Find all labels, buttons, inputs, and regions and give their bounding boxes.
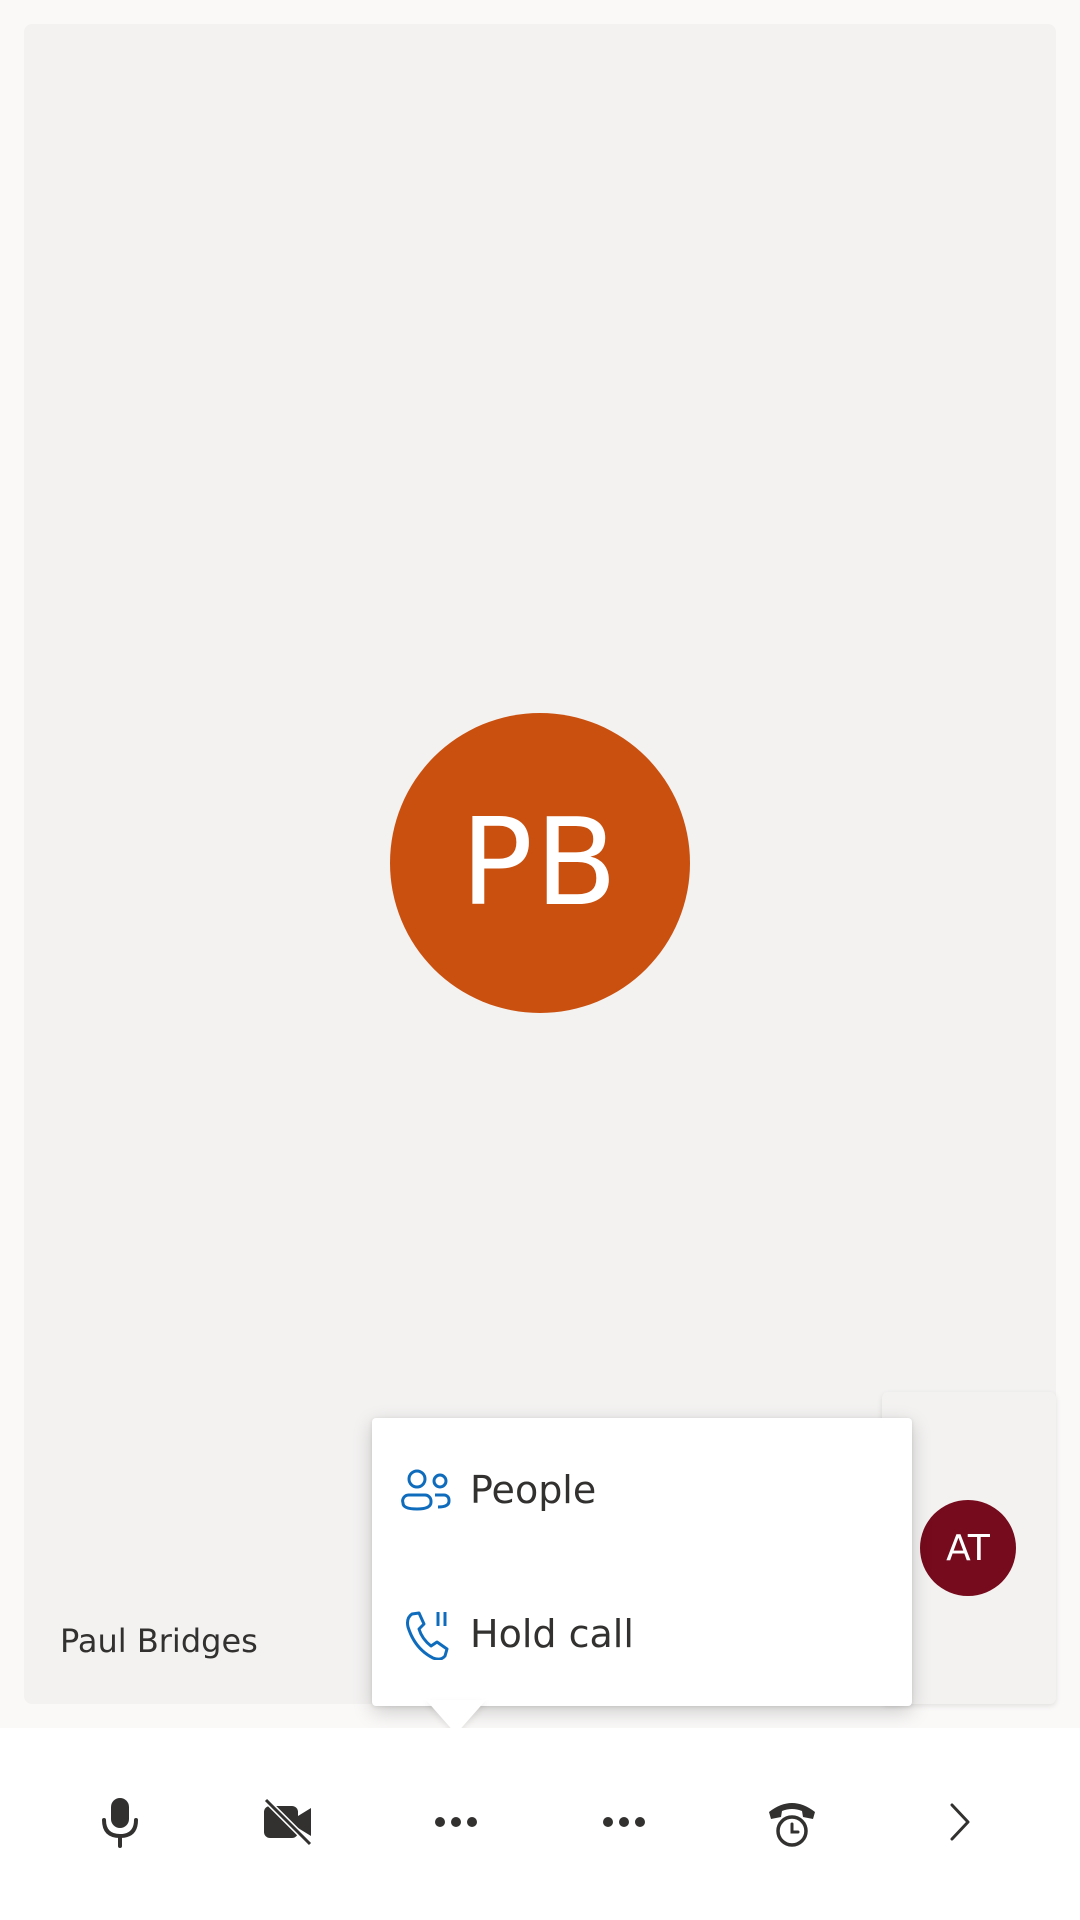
microphone-icon [100,1796,140,1853]
call-toolbar [0,1728,1080,1920]
phone-clock-icon [766,1796,818,1853]
self-avatar: AT [920,1500,1016,1596]
people-icon [398,1462,454,1518]
chevron-right-icon [948,1802,972,1847]
camera-toggle-button[interactable] [204,1728,372,1920]
more-options-button[interactable] [372,1728,540,1920]
hold-call-icon [398,1606,454,1662]
menu-item-people[interactable]: People [372,1418,912,1562]
hang-up-hold-button[interactable] [708,1728,876,1920]
video-off-icon [260,1797,316,1851]
more-actions-button[interactable] [540,1728,708,1920]
menu-item-hold-call-label: Hold call [470,1612,634,1656]
microphone-button[interactable] [36,1728,204,1920]
menu-item-people-label: People [470,1468,597,1512]
menu-item-hold-call[interactable]: Hold call [372,1562,912,1706]
more-icon [602,1815,646,1833]
next-button[interactable] [876,1728,1044,1920]
participant-name-label: Paul Bridges [60,1622,258,1660]
more-icon [434,1815,478,1833]
participant-initials: PB [460,793,620,933]
more-options-menu: People Hold call [372,1418,912,1706]
self-initials: AT [946,1527,990,1569]
participant-avatar: PB [390,713,690,1013]
